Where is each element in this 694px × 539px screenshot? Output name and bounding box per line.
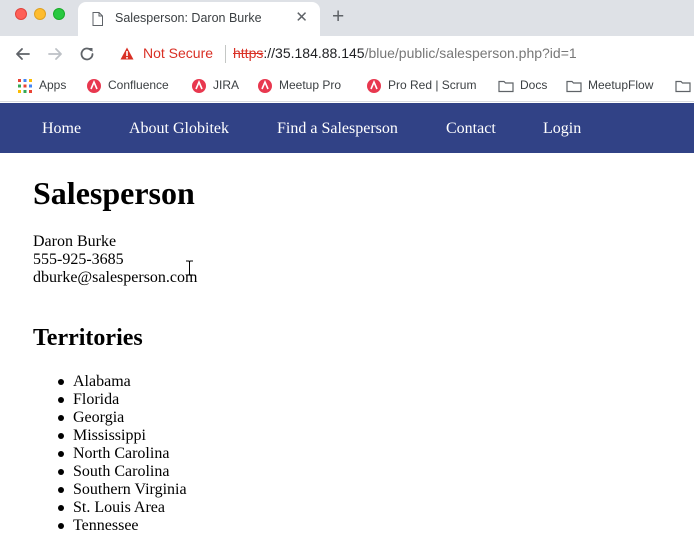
page-title: Salesperson (33, 175, 195, 211)
nav-login-link[interactable]: Login (543, 120, 581, 138)
bullet-icon (58, 487, 64, 493)
bullet-icon (58, 469, 64, 475)
bookmark-label: Docs (520, 78, 548, 92)
folder-icon (566, 80, 582, 93)
bullet-icon (58, 379, 64, 385)
salesperson-email: dburke@salesperson.com (33, 269, 198, 286)
bookmark-label: MeetupFlow (588, 78, 654, 92)
browser-tab[interactable]: Salesperson: Daron Burke ✕ (78, 2, 320, 36)
list-item: South Carolina (33, 463, 187, 481)
bookmark-favicon (367, 79, 381, 93)
list-item: Tennessee (33, 517, 187, 535)
zoom-window-button[interactable] (53, 8, 65, 20)
nav-contact-link[interactable]: Contact (446, 120, 496, 138)
nav-find-salesperson-link[interactable]: Find a Salesperson (277, 120, 398, 138)
url-host: ://35.184.88.145 (263, 45, 365, 61)
folder-icon (675, 80, 691, 93)
bullet-icon (58, 523, 64, 529)
forward-arrow-icon[interactable] (44, 43, 66, 65)
bookmark-label: Pro Red | Scrum (388, 78, 477, 92)
bookmarks-bar: Apps Confluence JIRA Meetup Pro Pro Red … (0, 71, 694, 102)
list-item: Southern Virginia (33, 481, 187, 499)
territory-name: Southern Virginia (73, 481, 187, 498)
new-tab-button[interactable]: + (332, 5, 344, 29)
list-item: Georgia (33, 409, 187, 427)
site-nav-bar: Home About Globitek Find a Salesperson C… (0, 103, 694, 153)
bullet-icon (58, 505, 64, 511)
territories-heading: Territories (33, 325, 143, 351)
bullet-icon (58, 415, 64, 421)
address-divider (225, 45, 226, 63)
bullet-icon (58, 433, 64, 439)
list-item: North Carolina (33, 445, 187, 463)
bookmark-label: JIRA (213, 78, 240, 92)
territory-name: Georgia (73, 409, 125, 426)
warning-icon (120, 47, 134, 60)
nav-home-link[interactable]: Home (42, 120, 81, 138)
list-item: Florida (33, 391, 187, 409)
url-path: /blue/public/salesperson.php?id=1 (364, 45, 577, 61)
territories-list: Alabama Florida Georgia Mississippi Nort… (33, 373, 187, 535)
territory-name: South Carolina (73, 463, 170, 480)
address-bar[interactable]: Not Secure https://35.184.88.145/blue/pu… (106, 40, 694, 68)
territory-name: St. Louis Area (73, 499, 165, 516)
territory-name: Alabama (73, 373, 131, 390)
tab-close-icon[interactable]: ✕ (295, 9, 308, 27)
url-scheme: https (233, 45, 264, 61)
bookmark-favicon (258, 79, 272, 93)
territory-name: Mississippi (73, 427, 146, 444)
page-favicon-icon (92, 12, 103, 26)
salesperson-name: Daron Burke (33, 233, 117, 250)
list-item: St. Louis Area (33, 499, 187, 517)
bookmark-label: Meetup Pro (279, 78, 342, 92)
bullet-icon (58, 451, 64, 457)
list-item: Mississippi (33, 427, 187, 445)
folder-icon (498, 80, 514, 93)
territory-name: Florida (73, 391, 120, 408)
list-item: Alabama (33, 373, 187, 391)
browser-tab-strip: Salesperson: Daron Burke ✕ + (0, 0, 694, 36)
back-arrow-icon[interactable] (12, 43, 34, 65)
nav-about-link[interactable]: About Globitek (129, 120, 229, 138)
salesperson-phone: 555-925-3685 (33, 251, 124, 268)
bookmark-label: Apps (39, 78, 67, 92)
tab-title: Salesperson: Daron Burke (115, 11, 262, 25)
bookmark-favicon (87, 79, 101, 93)
not-secure-label[interactable]: Not Secure (143, 45, 213, 61)
bookmark-label: Confluence (108, 78, 169, 92)
url-text[interactable]: https://35.184.88.145/blue/public/salesp… (233, 45, 577, 61)
reload-icon[interactable] (76, 43, 98, 65)
close-window-button[interactable] (15, 8, 27, 20)
minimize-window-button[interactable] (34, 8, 46, 20)
bookmark-favicon (192, 79, 206, 93)
bullet-icon (58, 397, 64, 403)
salesperson-details: Daron Burke 555-925-3685 dburke@salesper… (33, 233, 197, 287)
territory-name: Tennessee (73, 517, 139, 534)
territory-name: North Carolina (73, 445, 170, 462)
browser-toolbar: Not Secure https://35.184.88.145/blue/pu… (0, 36, 694, 71)
apps-grid-icon (18, 79, 32, 93)
text-cursor-icon (186, 260, 193, 276)
